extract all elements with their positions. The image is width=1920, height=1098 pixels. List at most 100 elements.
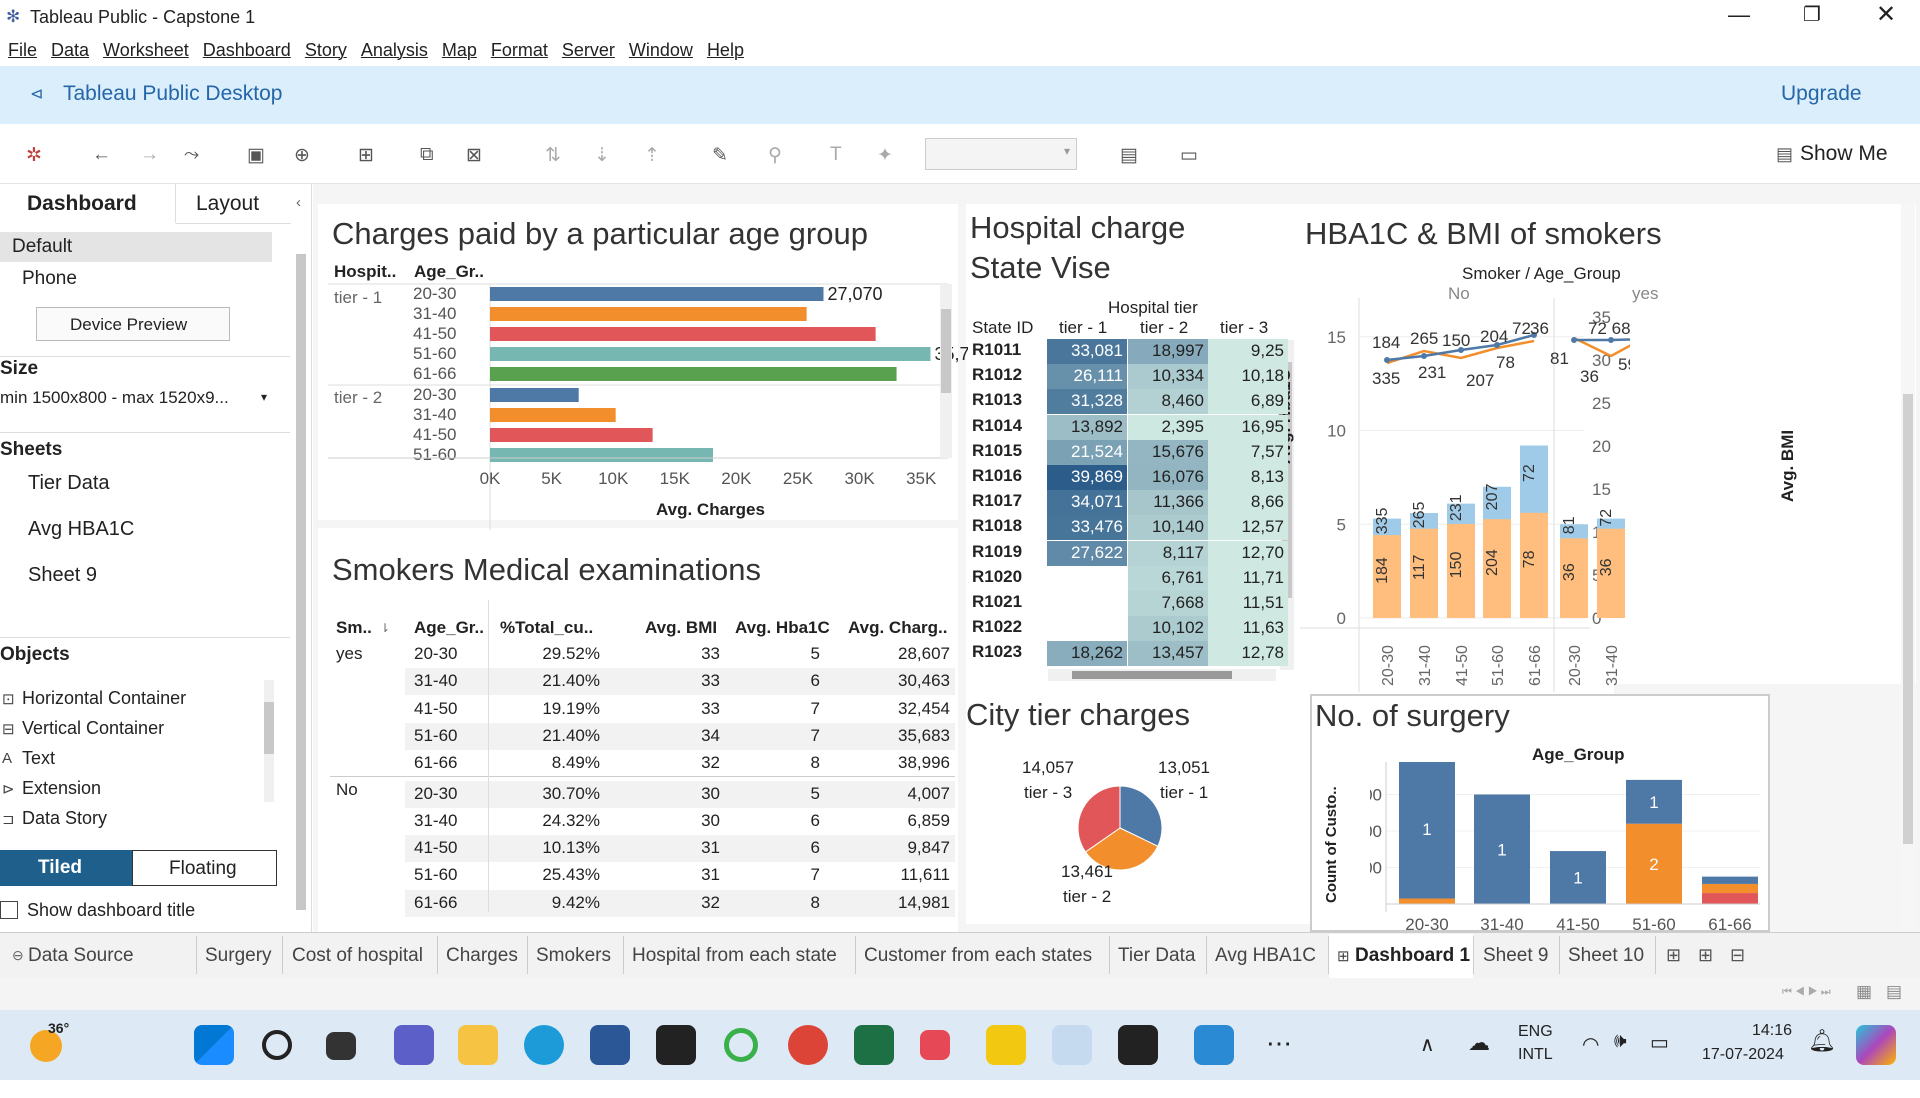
duplicate-icon[interactable]: ⧉ bbox=[420, 144, 434, 166]
show-cards-icon[interactable]: ▤ bbox=[1120, 144, 1138, 167]
fit-dropdown[interactable]: ▾ bbox=[925, 138, 1077, 170]
state-h-scrollbar[interactable] bbox=[1048, 669, 1276, 681]
menu-format[interactable]: Format bbox=[491, 40, 548, 60]
power-bi-icon[interactable] bbox=[986, 1025, 1026, 1065]
collapse-panel-icon[interactable]: ‹ bbox=[296, 194, 301, 211]
show-title-checkbox[interactable] bbox=[0, 901, 18, 919]
more-apps-icon[interactable]: ⋯ bbox=[1266, 1028, 1292, 1059]
list-view-icon[interactable]: ▤ bbox=[1886, 982, 1902, 1002]
tab-charges[interactable]: Charges bbox=[446, 945, 518, 967]
sticky-notes-icon[interactable] bbox=[1118, 1025, 1158, 1065]
tab-data-source[interactable]: Data Source bbox=[28, 945, 134, 967]
tab-customer-from-each-states[interactable]: Customer from each states bbox=[864, 945, 1092, 967]
show-me-button[interactable]: Show Me bbox=[1800, 142, 1888, 166]
copilot-icon[interactable] bbox=[1856, 1025, 1896, 1065]
grid-view-icon[interactable]: ▦ bbox=[1856, 982, 1872, 1002]
notification-bell-icon[interactable]: 🔔︎ bbox=[1808, 1028, 1836, 1054]
size-dropdown-chevron-icon[interactable]: ▾ bbox=[261, 390, 267, 404]
tab-layout[interactable]: Layout bbox=[176, 184, 291, 224]
lang-line2[interactable]: INTL bbox=[1518, 1046, 1553, 1064]
menu-analysis[interactable]: Analysis bbox=[361, 40, 428, 60]
tab-sheet-10[interactable]: Sheet 10 bbox=[1568, 945, 1644, 967]
file-explorer-icon[interactable] bbox=[458, 1025, 498, 1065]
edge-icon[interactable] bbox=[524, 1025, 564, 1065]
highlight-icon[interactable]: ✎ bbox=[712, 144, 728, 167]
menu-file[interactable]: File bbox=[8, 40, 37, 60]
photos-icon[interactable] bbox=[1194, 1025, 1234, 1065]
device-default[interactable]: Default bbox=[0, 232, 272, 262]
new-worksheet-icon[interactable]: ⊞ bbox=[1666, 945, 1681, 966]
pin-icon[interactable]: ✦ bbox=[877, 144, 893, 167]
clock-time[interactable]: 14:16 bbox=[1752, 1022, 1792, 1040]
size-dropdown[interactable]: min 1500x800 - max 1520x9... bbox=[0, 388, 229, 408]
terminal-icon[interactable] bbox=[656, 1025, 696, 1065]
start-icon[interactable] bbox=[194, 1025, 234, 1065]
objects-scrollbar[interactable] bbox=[264, 680, 274, 802]
sheet-list-item[interactable]: Avg HBA1C bbox=[28, 518, 134, 541]
save-icon[interactable]: ▣ bbox=[247, 144, 265, 167]
group-icon[interactable]: ⚲ bbox=[768, 144, 782, 167]
object-item[interactable]: Text bbox=[22, 748, 55, 769]
lang-line1[interactable]: ENG bbox=[1518, 1023, 1553, 1041]
menu-server[interactable]: Server bbox=[562, 40, 615, 60]
tab-hospital-from-each-state[interactable]: Hospital from each state bbox=[632, 945, 837, 967]
clear-sheet-icon[interactable]: ⊠ bbox=[466, 144, 482, 167]
volume-icon[interactable]: 🕪 bbox=[1614, 1030, 1627, 1053]
onedrive-icon[interactable]: ☁ bbox=[1468, 1030, 1490, 1056]
battery-icon[interactable]: ▭ bbox=[1650, 1030, 1669, 1055]
maximize-button[interactable]: ❐ bbox=[1803, 2, 1821, 27]
sort-desc-icon[interactable]: ⇡ bbox=[644, 144, 660, 167]
tableau-logo-icon[interactable]: ✲ bbox=[26, 144, 42, 167]
new-sheet-icon[interactable]: ⊞ bbox=[358, 144, 374, 167]
upgrade-link[interactable]: Upgrade bbox=[1781, 82, 1862, 106]
menu-window[interactable]: Window bbox=[629, 40, 693, 60]
forward-icon[interactable]: → bbox=[140, 144, 159, 166]
sheet-list-item[interactable]: Tier Data bbox=[28, 472, 110, 495]
sort-asc-icon[interactable]: ⇣ bbox=[594, 144, 610, 167]
snipping-icon[interactable] bbox=[920, 1030, 950, 1060]
menu-worksheet[interactable]: Worksheet bbox=[103, 40, 189, 60]
redo-icon[interactable]: ⤳ bbox=[184, 144, 199, 166]
tab-cost-of-hospital[interactable]: Cost of hospital bbox=[292, 945, 423, 967]
close-button[interactable]: ✕ bbox=[1876, 0, 1896, 29]
teams-icon[interactable] bbox=[394, 1025, 434, 1065]
tab-dashboard-1[interactable]: Dashboard 1 bbox=[1355, 945, 1470, 967]
new-dashboard-icon[interactable]: ⊞ bbox=[1698, 945, 1713, 966]
tray-chevron-icon[interactable]: ∧ bbox=[1420, 1032, 1435, 1057]
task-view-icon[interactable] bbox=[326, 1032, 356, 1060]
device-preview-button[interactable]: Device Preview bbox=[36, 307, 230, 341]
object-item[interactable]: Horizontal Container bbox=[22, 688, 186, 709]
tableau-icon[interactable] bbox=[1052, 1025, 1092, 1065]
menu-dashboard[interactable]: Dashboard bbox=[203, 40, 291, 60]
floating-button[interactable]: Floating bbox=[132, 850, 277, 886]
show-me-icon[interactable]: ▤ bbox=[1776, 144, 1793, 165]
tab-sheet-9[interactable]: Sheet 9 bbox=[1483, 945, 1549, 967]
presentation-icon[interactable]: ▭ bbox=[1180, 144, 1198, 167]
menu-map[interactable]: Map bbox=[442, 40, 477, 60]
device-phone[interactable]: Phone bbox=[22, 268, 77, 290]
left-panel-scrollbar[interactable] bbox=[296, 254, 306, 894]
swap-icon[interactable]: ⇅ bbox=[545, 144, 561, 167]
tab-tier-data[interactable]: Tier Data bbox=[1118, 945, 1195, 967]
object-item[interactable]: Vertical Container bbox=[22, 718, 164, 739]
vscode-icon[interactable] bbox=[590, 1025, 630, 1065]
sort-icon[interactable]: ⇂ bbox=[380, 621, 390, 635]
object-item[interactable]: Data Story bbox=[22, 808, 107, 829]
clock-date[interactable]: 17-07-2024 bbox=[1702, 1046, 1784, 1064]
wifi-icon[interactable]: ◠ bbox=[1582, 1032, 1599, 1057]
tab-avg-hba1c[interactable]: Avg HBA1C bbox=[1215, 945, 1316, 967]
new-story-icon[interactable]: ⊟ bbox=[1730, 945, 1745, 966]
tab-dashboard[interactable]: Dashboard bbox=[0, 184, 176, 224]
excel-icon[interactable] bbox=[854, 1025, 894, 1065]
menu-data[interactable]: Data bbox=[51, 40, 89, 60]
tab-surgery[interactable]: Surgery bbox=[205, 945, 272, 967]
new-datasource-icon[interactable]: ⊕ bbox=[294, 144, 310, 167]
search-icon[interactable] bbox=[262, 1030, 292, 1060]
back-icon[interactable]: ← bbox=[92, 144, 111, 166]
object-item[interactable]: Extension bbox=[22, 778, 101, 799]
tiled-button[interactable]: Tiled bbox=[0, 850, 132, 886]
label-icon[interactable]: T bbox=[830, 144, 842, 166]
tab-scroll-arrows-icon[interactable]: ⏮ ◀ ▶ ⏭ bbox=[1782, 986, 1831, 999]
sheet-list-item[interactable]: Sheet 9 bbox=[28, 564, 97, 587]
tab-smokers[interactable]: Smokers bbox=[536, 945, 611, 967]
